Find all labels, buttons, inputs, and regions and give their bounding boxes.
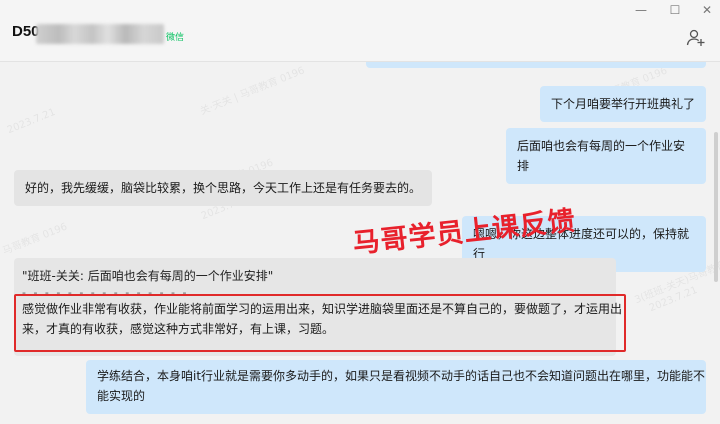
add-person-icon xyxy=(686,29,705,46)
maximize-button[interactable]: ☐ xyxy=(666,2,684,18)
watermark: 2023.7.21 xyxy=(5,106,58,137)
message-text-line: 来，才真的有收获，感觉这种方式非常好，有上课，习题。 xyxy=(22,322,335,336)
highlighted-feedback-message: 感觉做作业非常有收获，作业能将前面学习的运用出来，知识学进脑袋里面还是不算自己的… xyxy=(14,294,626,352)
message-text: 后面咱也会有每周的一个作业安排 xyxy=(517,139,686,173)
minimize-button[interactable]: — xyxy=(632,2,650,18)
add-contact-button[interactable] xyxy=(686,28,706,48)
message-bubble-partial xyxy=(366,62,706,68)
message-bubble-received[interactable]: 好的，我先缓缓，脑袋比较累，换个思路，今天工作上还是有任务要去的。 xyxy=(14,170,432,206)
message-bubble-sent[interactable]: 学练结合，本身咱it行业就是需要你多动手的，如果只是看视频不动手的话自己也不会知… xyxy=(86,360,706,414)
message-text-line: 学练结合，本身咱it行业就是需要你多动手的，如果只是看视频不动手的话自己也不会知… xyxy=(97,369,706,383)
watermark: 马哥教育 0196 xyxy=(1,221,69,258)
chat-scrollbar[interactable] xyxy=(714,132,718,282)
quoted-message: "班班-关关: 后面咱也会有每周的一个作业安排" xyxy=(22,269,274,283)
message-bubble-sent[interactable]: 下个月咱要举行开班典礼了 xyxy=(540,86,706,122)
watermark: 关·天关 | 马哥教育 0196 xyxy=(198,65,307,118)
message-text: 好的，我先缓缓，脑袋比较累，换个思路，今天工作上还是有任务要去的。 xyxy=(25,181,422,195)
redacted-name-blur xyxy=(36,24,164,44)
message-bubble-sent[interactable]: 后面咱也会有每周的一个作业安排 xyxy=(506,128,706,184)
wechat-source-tag: 微信 xyxy=(166,32,185,42)
message-text-line: 能实现的 xyxy=(97,389,146,403)
message-text: 下个月咱要举行开班典礼了 xyxy=(551,97,696,111)
chat-header: D50 微信 — ☐ ✕ xyxy=(0,0,720,62)
close-button[interactable]: ✕ xyxy=(698,2,716,18)
message-list[interactable]: 马哥教育 0196 关·天关 | 马哥教育 0196 2023.7.21 马哥教… xyxy=(0,62,720,424)
message-text-line: 感觉做作业非常有收获，作业能将前面学习的运用出来，知识学进脑袋里面还是不算自己的… xyxy=(22,302,623,316)
